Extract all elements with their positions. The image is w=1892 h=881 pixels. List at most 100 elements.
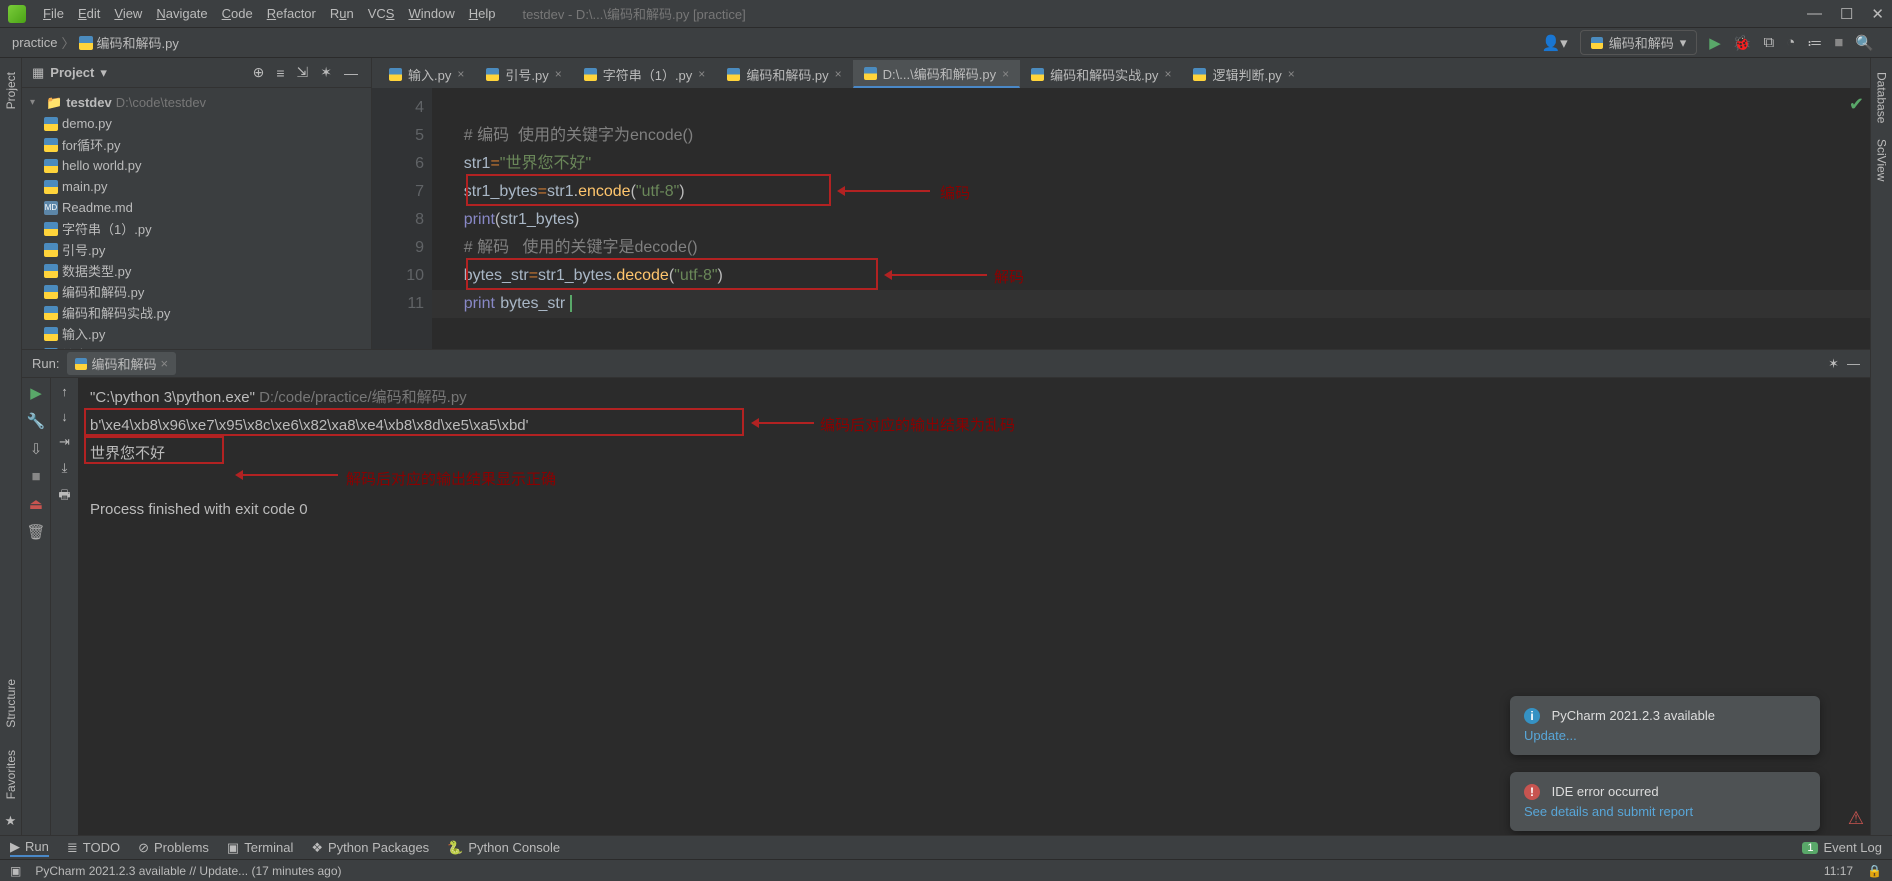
hide-panel-icon[interactable]: —	[341, 65, 361, 81]
close-icon[interactable]: ×	[1002, 67, 1009, 81]
edit-config-button[interactable]: 🔧	[27, 412, 46, 430]
run-settings-icon[interactable]: ✶	[1828, 356, 1839, 372]
status-message[interactable]: PyCharm 2021.2.3 available // Update... …	[35, 864, 341, 878]
run-tab[interactable]: 编码和解码 ×	[67, 352, 176, 375]
coverage-button[interactable]: ⧉	[1757, 34, 1780, 51]
settings-icon[interactable]: ✶	[317, 64, 335, 81]
tree-file[interactable]: main.py	[22, 176, 371, 197]
tree-file[interactable]: 输入.py	[22, 323, 371, 344]
menu-code[interactable]: Code	[215, 6, 260, 21]
run-config-selector[interactable]: 编码和解码 ▾	[1580, 30, 1698, 55]
lock-icon[interactable]: 🔒	[1867, 864, 1882, 878]
tree-file[interactable]: 编码和解码实战.py	[22, 302, 371, 323]
menu-window[interactable]: Window	[401, 6, 461, 21]
profile-button[interactable]: ◔	[1780, 34, 1801, 51]
run-hide-icon[interactable]: —	[1847, 356, 1860, 371]
menu-edit[interactable]: Edit	[71, 6, 107, 21]
editor-tab[interactable]: 引号.py×	[475, 60, 572, 88]
bottom-terminal[interactable]: ▣ Terminal	[227, 840, 293, 856]
close-icon[interactable]: ×	[835, 67, 842, 81]
close-icon[interactable]: ×	[160, 356, 168, 371]
trash-button[interactable]: 🗑	[26, 523, 45, 541]
checkmark-icon[interactable]: ✔	[1849, 94, 1864, 115]
bottom-packages[interactable]: ❖ Python Packages	[311, 840, 429, 856]
tool-structure[interactable]: Structure	[2, 671, 20, 736]
close-icon[interactable]: ×	[1288, 67, 1295, 81]
menu-refactor[interactable]: Refactor	[260, 6, 323, 21]
project-header[interactable]: Project	[50, 65, 94, 80]
print-button[interactable]: 🖶	[58, 486, 70, 508]
editor-tab[interactable]: 编码和解码.py×	[716, 60, 852, 88]
bottom-problems[interactable]: ⊘ Problems	[138, 840, 209, 856]
tool-project[interactable]: Project	[2, 64, 20, 117]
editor-tab[interactable]: 字符串（1）.py×	[573, 60, 717, 88]
breadcrumb-root[interactable]: practice	[12, 35, 58, 50]
up-stack-button[interactable]: ↑	[61, 384, 68, 399]
chevron-down-icon[interactable]: ▾	[100, 65, 107, 81]
tree-file[interactable]: 输出.py	[22, 344, 371, 349]
project-view-icon[interactable]: ▦	[32, 65, 44, 81]
error-link[interactable]: See details and submit report	[1524, 804, 1806, 819]
editor-tab[interactable]: 逻辑判断.py×	[1182, 60, 1305, 88]
menu-run[interactable]: Run	[323, 6, 361, 21]
tree-file[interactable]: 数据类型.py	[22, 260, 371, 281]
bottom-run[interactable]: ▶ Run	[10, 839, 49, 857]
python-file-icon	[44, 285, 58, 299]
console-output[interactable]: "C:\python 3\python.exe" D:/code/practic…	[78, 378, 1870, 835]
tree-file[interactable]: demo.py	[22, 113, 371, 134]
scroll-end-button[interactable]: ⤓	[62, 460, 68, 476]
expand-icon[interactable]: ⇲	[294, 64, 312, 81]
event-log-button[interactable]: 1 Event Log	[1802, 840, 1882, 855]
target-icon[interactable]: ⊕	[250, 64, 268, 81]
tree-file[interactable]: 字符串（1）.py	[22, 218, 371, 239]
exit-button[interactable]: ⏏	[29, 495, 43, 513]
editor-tab[interactable]: D:\...\编码和解码.py×	[853, 60, 1020, 88]
down-button[interactable]: ⇩	[30, 440, 43, 458]
tree-root[interactable]: ▾ 📁 testdev D:\code\testdev	[22, 92, 371, 113]
collapse-icon[interactable]: ≡	[273, 65, 287, 81]
error-indicator-icon[interactable]: ⚠	[1848, 808, 1864, 829]
minimize-button[interactable]: —	[1807, 5, 1822, 23]
favorites-star-icon[interactable]: ★	[5, 813, 17, 829]
close-button[interactable]: ✕	[1871, 5, 1884, 23]
stop-button[interactable]: ■	[1828, 34, 1849, 51]
soft-wrap-button[interactable]: ⇥	[59, 434, 70, 450]
breadcrumb-sep: 〉	[62, 33, 75, 52]
menu-navigate[interactable]: Navigate	[149, 6, 214, 21]
project-tree[interactable]: ▾ 📁 testdev D:\code\testdev demo.pyfor循环…	[22, 88, 371, 349]
tree-file[interactable]: hello world.py	[22, 155, 371, 176]
tree-file[interactable]: for循环.py	[22, 134, 371, 155]
tool-database[interactable]: Database	[1873, 64, 1891, 131]
search-everywhere-button[interactable]: 🔍	[1849, 34, 1880, 52]
tool-sciview[interactable]: SciView	[1873, 131, 1891, 189]
menu-vcs[interactable]: VCS	[361, 6, 402, 21]
update-link[interactable]: Update...	[1524, 728, 1806, 743]
editor-code[interactable]: # 编码 使用的关键字为encode() str1="世界您不好" str1_b…	[432, 88, 1870, 349]
cursor-position[interactable]: 11:17	[1824, 864, 1853, 878]
menu-help[interactable]: Help	[462, 6, 503, 21]
tool-favorites[interactable]: Favorites	[2, 742, 20, 807]
menu-file[interactable]: File	[36, 6, 71, 21]
tree-file[interactable]: MDReadme.md	[22, 197, 371, 218]
debug-button[interactable]: 🐞	[1727, 34, 1758, 52]
user-icon[interactable]: 👤▾	[1535, 34, 1573, 52]
maximize-button[interactable]: ☐	[1840, 5, 1853, 23]
breadcrumb-file[interactable]: 编码和解码.py	[97, 33, 179, 52]
stop-button[interactable]: ■	[31, 468, 40, 485]
down-stack-button[interactable]: ↓	[61, 409, 68, 424]
rerun-button[interactable]: ▶	[30, 384, 42, 402]
close-icon[interactable]: ×	[555, 67, 562, 81]
close-icon[interactable]: ×	[1164, 67, 1171, 81]
tree-file[interactable]: 编码和解码.py	[22, 281, 371, 302]
bottom-console[interactable]: 🐍 Python Console	[447, 840, 560, 856]
menu-view[interactable]: View	[107, 6, 149, 21]
status-window-icon[interactable]: ▣	[10, 864, 21, 878]
editor-tab[interactable]: 编码和解码实战.py×	[1020, 60, 1182, 88]
close-icon[interactable]: ×	[457, 67, 464, 81]
tree-file[interactable]: 引号.py	[22, 239, 371, 260]
bottom-todo[interactable]: ≣ TODO	[67, 840, 120, 856]
concurrency-button[interactable]: ≔	[1801, 34, 1828, 52]
editor-tab[interactable]: 输入.py×	[378, 60, 475, 88]
close-icon[interactable]: ×	[698, 67, 705, 81]
run-button[interactable]: ▶	[1703, 34, 1727, 52]
